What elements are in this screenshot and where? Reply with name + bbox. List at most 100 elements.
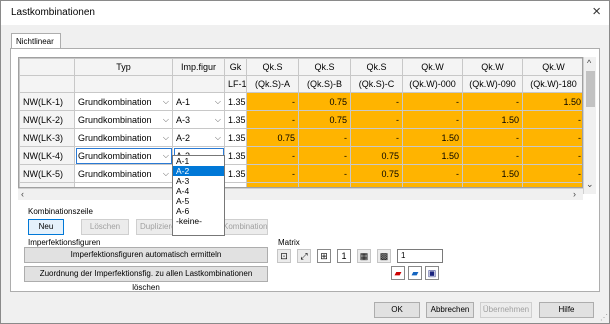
- neu-button[interactable]: Neu: [28, 219, 64, 235]
- factor-cell[interactable]: 0.75: [350, 146, 403, 165]
- uebernehmen-button[interactable]: Übernehmen: [480, 302, 532, 318]
- impfigur-dropdown-list[interactable]: A-1 A-2 A-3 A-4 A-5 A-6 -keine-: [172, 155, 225, 236]
- factor-cell[interactable]: -: [522, 146, 582, 165]
- factor-cell[interactable]: -: [298, 164, 351, 183]
- dropdown-option[interactable]: A-3: [173, 176, 224, 186]
- row-name[interactable]: NW(LK-3): [19, 128, 75, 147]
- factor-cell[interactable]: 1.50: [402, 128, 463, 147]
- chevron-down-icon[interactable]: ⌵: [215, 133, 221, 143]
- dropdown-option[interactable]: A-6: [173, 206, 224, 216]
- kombination-button[interactable]: Kombination: [222, 219, 268, 235]
- abbrechen-button[interactable]: Abbrechen: [426, 302, 474, 318]
- chevron-down-icon[interactable]: ⌵: [163, 151, 169, 161]
- table-row[interactable]: NW(LK-3) Grundkombination ⌵ A-2 ⌵ 1.35 0.75- -1…: [19, 128, 582, 147]
- impfigur-select[interactable]: A-3 ⌵: [172, 110, 225, 129]
- row-name[interactable]: NW(LK-2): [19, 110, 75, 129]
- duplizieren-button[interactable]: Duplizieren: [136, 219, 176, 235]
- impfigur-select[interactable]: A-2 ⌵: [172, 128, 225, 147]
- factor-cell[interactable]: -: [350, 92, 403, 111]
- gk-cell[interactable]: 1.35: [224, 128, 247, 147]
- typ-select[interactable]: Grundkombination ⌵: [74, 110, 173, 129]
- imperfektion-clear-button[interactable]: Zuordnung der Imperfektionsfig. zu allen…: [24, 266, 268, 292]
- horizontal-scrollbar[interactable]: ‹ ›: [18, 188, 583, 200]
- factor-cell[interactable]: -: [246, 110, 299, 129]
- dropdown-option[interactable]: A-4: [173, 186, 224, 196]
- row-name[interactable]: NW(LK-5): [19, 164, 75, 183]
- factor-cell[interactable]: -: [402, 92, 463, 111]
- matrix-value-input[interactable]: 1: [397, 249, 443, 263]
- factor-cell[interactable]: 0.75: [298, 92, 351, 111]
- dropdown-option[interactable]: A-2: [173, 166, 224, 176]
- typ-select[interactable]: Grundkombination ⌵: [74, 164, 173, 183]
- close-icon[interactable]: ×: [592, 3, 601, 20]
- scroll-down-icon[interactable]: ⌄: [586, 179, 594, 190]
- factor-cell[interactable]: -: [246, 164, 299, 183]
- vertical-scrollbar[interactable]: ^ ⌄: [583, 57, 596, 194]
- factor-cell[interactable]: -: [402, 164, 463, 183]
- folder-icon[interactable]: ▰: [408, 266, 422, 280]
- factor-cell[interactable]: -: [298, 146, 351, 165]
- chevron-down-icon[interactable]: ⌵: [163, 133, 169, 143]
- factor-cell[interactable]: -: [522, 128, 582, 147]
- matrix-one-icon[interactable]: 1: [337, 249, 351, 263]
- chevron-down-icon[interactable]: ⌵: [163, 97, 169, 107]
- table-row[interactable]: NW(LK-4)Grundkombination⌵A-2⌵1.35--0.751…: [19, 146, 582, 165]
- row-name[interactable]: NW(LK-1): [19, 92, 75, 111]
- matrix-sym1-icon[interactable]: ⊡: [277, 249, 291, 263]
- gk-cell[interactable]: 1.35: [224, 92, 247, 111]
- loeschen-button[interactable]: Löschen: [81, 219, 129, 235]
- factor-cell[interactable]: -: [462, 92, 523, 111]
- scroll-right-icon[interactable]: ›: [573, 189, 576, 199]
- factor-cell[interactable]: -: [298, 128, 351, 147]
- matrix-fill2-icon[interactable]: ▩: [377, 249, 391, 263]
- save-icon[interactable]: ▣: [425, 266, 439, 280]
- imperfektion-auto-button[interactable]: Imperfektionsfiguren automatisch ermitte…: [24, 247, 268, 263]
- typ-select[interactable]: Grundkombination ⌵: [74, 146, 173, 165]
- factor-cell[interactable]: 1.50: [402, 146, 463, 165]
- row-name[interactable]: NW(LK-4): [19, 146, 75, 165]
- factor-cell[interactable]: -: [350, 110, 403, 129]
- table-row[interactable]: NW(LK-1) Grundkombination ⌵ A-1 ⌵ 1.35-0.75- -…: [19, 92, 582, 111]
- factor-cell[interactable]: 1.50: [522, 92, 582, 111]
- factor-cell[interactable]: -: [246, 146, 299, 165]
- hilfe-button[interactable]: Hilfe: [539, 302, 594, 318]
- chevron-down-icon[interactable]: ⌵: [163, 115, 169, 125]
- chevron-down-icon[interactable]: ⌵: [163, 169, 169, 179]
- matrix-fill-icon[interactable]: ▦: [357, 249, 371, 263]
- open-file-icon[interactable]: ▰: [391, 266, 405, 280]
- matrix-diag-icon[interactable]: ⤢: [297, 249, 311, 263]
- factor-cell[interactable]: -: [522, 164, 582, 183]
- dropdown-option[interactable]: A-1: [173, 156, 224, 166]
- factor-cell[interactable]: 1.50: [462, 164, 523, 183]
- table-row[interactable]: NW(LK-5)Grundkombination⌵A-1⌵1.35--0.75-…: [19, 164, 582, 183]
- impfigur-select[interactable]: A-1 ⌵: [172, 92, 225, 111]
- factor-cell[interactable]: -: [246, 92, 299, 111]
- gk-cell[interactable]: 1.35: [224, 164, 247, 183]
- ok-button[interactable]: OK: [374, 302, 420, 318]
- factor-cell[interactable]: -: [402, 110, 463, 129]
- tab-nichtlinear[interactable]: Nichtlinear: [11, 33, 61, 49]
- scroll-thumb[interactable]: [586, 71, 595, 107]
- typ-select[interactable]: Grundkombination ⌵: [74, 92, 173, 111]
- resize-grip-icon[interactable]: ⋰: [600, 313, 608, 322]
- chevron-down-icon[interactable]: ⌵: [215, 115, 221, 125]
- chevron-down-icon[interactable]: ⌵: [215, 97, 221, 107]
- factor-cell[interactable]: 1.50: [462, 110, 523, 129]
- scroll-up-icon[interactable]: ^: [587, 58, 591, 68]
- factor-cell[interactable]: 0.75: [298, 110, 351, 129]
- factor-cell[interactable]: -: [350, 128, 403, 147]
- gk-cell[interactable]: 1.35: [224, 146, 247, 165]
- matrix-grid-icon[interactable]: ⊞: [317, 249, 331, 263]
- factor-cell[interactable]: -: [462, 146, 523, 165]
- factor-cell[interactable]: -: [462, 128, 523, 147]
- factor-cell[interactable]: -: [522, 110, 582, 129]
- factor-cell[interactable]: 0.75: [246, 128, 299, 147]
- header-gk: Gk: [224, 58, 247, 76]
- dropdown-option[interactable]: A-5: [173, 196, 224, 206]
- typ-select[interactable]: Grundkombination ⌵: [74, 128, 173, 147]
- table-row[interactable]: NW(LK-2) Grundkombination ⌵ A-3 ⌵ 1.35-0.75- -…: [19, 110, 582, 129]
- scroll-left-icon[interactable]: ‹: [21, 189, 24, 199]
- dropdown-option[interactable]: -keine-: [173, 216, 224, 226]
- factor-cell[interactable]: 0.75: [350, 164, 403, 183]
- gk-cell[interactable]: 1.35: [224, 110, 247, 129]
